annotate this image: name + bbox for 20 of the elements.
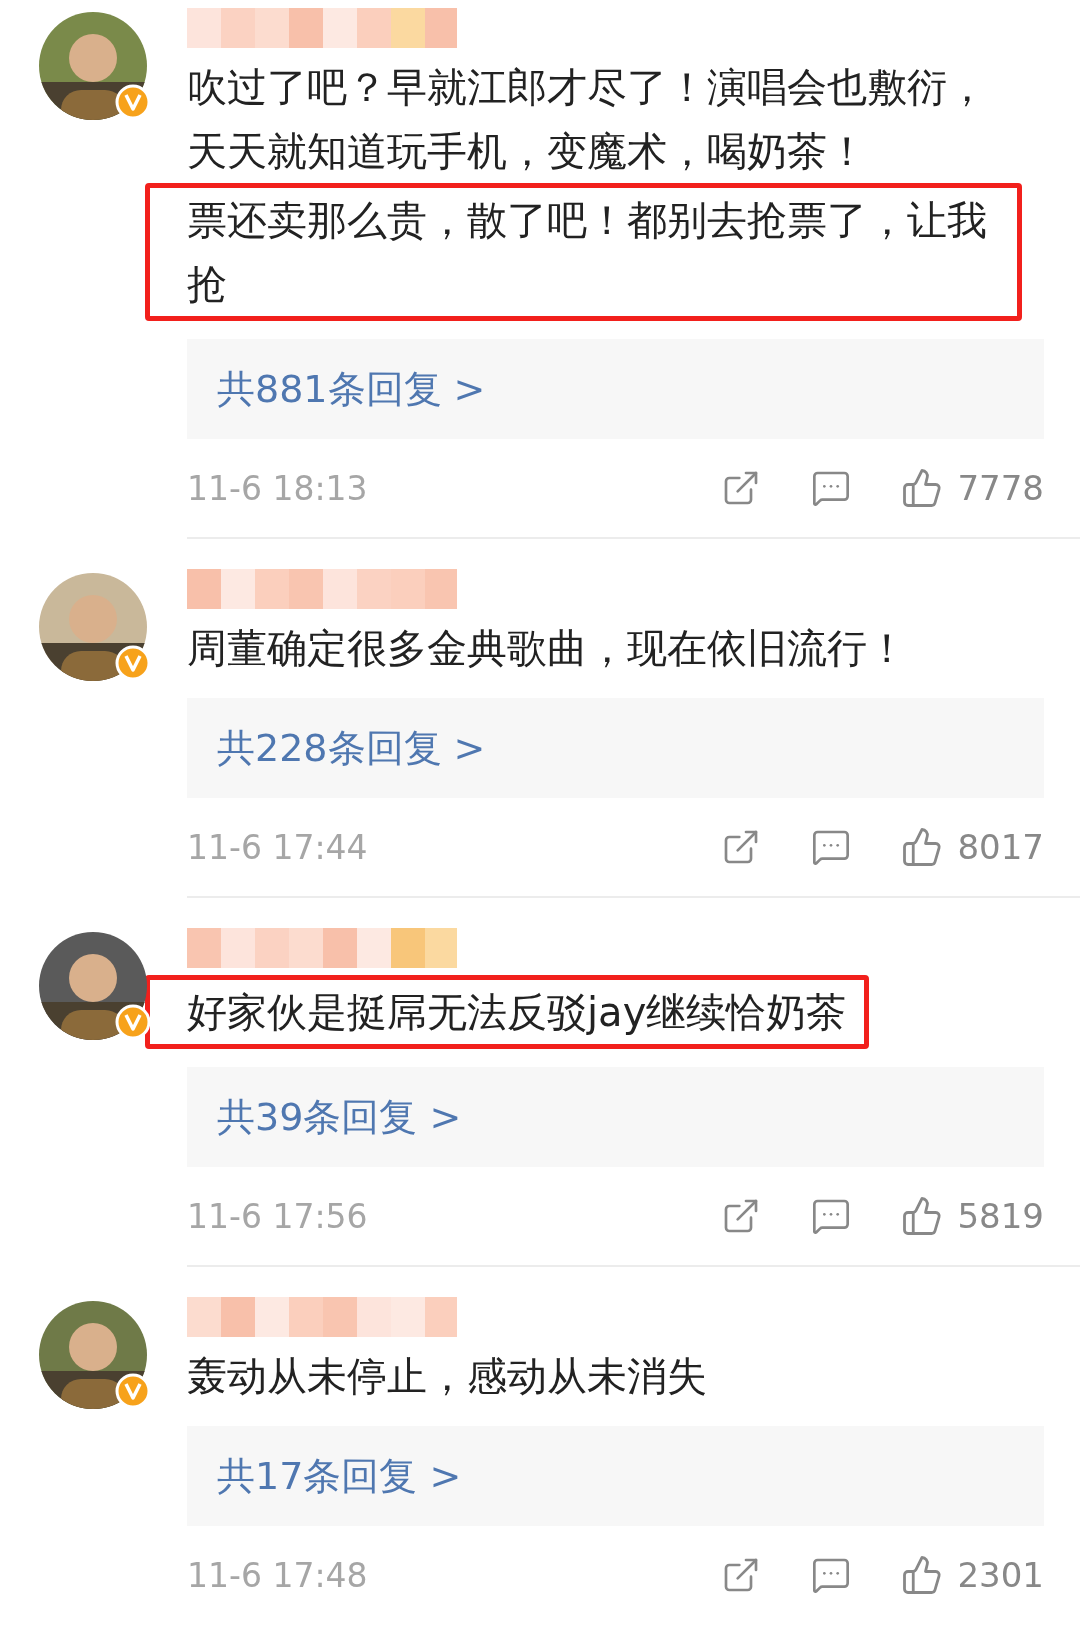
replies-link[interactable]: 共881条回复 >	[187, 339, 1044, 439]
comment-time: 11-6 17:56	[187, 1196, 369, 1236]
like-count: 2301	[957, 1555, 1044, 1595]
highlighted-comment-text: 票还卖那么贵，散了吧！都别去抢票了，让我抢	[145, 183, 1022, 321]
like-icon[interactable]	[901, 1554, 944, 1596]
like-icon[interactable]	[901, 1195, 944, 1237]
replies-link[interactable]: 共228条回复 >	[187, 698, 1044, 798]
replies-link[interactable]: 共17条回复 >	[187, 1426, 1044, 1526]
comment-time: 11-6 18:13	[187, 468, 369, 508]
comment-text: 周董确定很多金典歌曲，现在依旧流行！	[187, 624, 908, 673]
comment-text: 吹过了吧？早就江郎才尽了！演唱会也敷衍，天天就知道玩手机，变魔术，喝奶茶！	[187, 63, 988, 176]
like-count: 7778	[957, 468, 1044, 508]
comment-time: 11-6 17:48	[187, 1555, 369, 1595]
like-count: 5819	[957, 1196, 1044, 1236]
comment-text: 轰动从未停止，感动从未消失	[187, 1352, 708, 1401]
like-count: 8017	[957, 827, 1044, 867]
like-icon[interactable]	[901, 826, 944, 868]
like-icon[interactable]	[901, 467, 944, 509]
replies-link[interactable]: 共39条回复 >	[187, 1067, 1044, 1167]
comment-time: 11-6 17:44	[187, 827, 369, 867]
